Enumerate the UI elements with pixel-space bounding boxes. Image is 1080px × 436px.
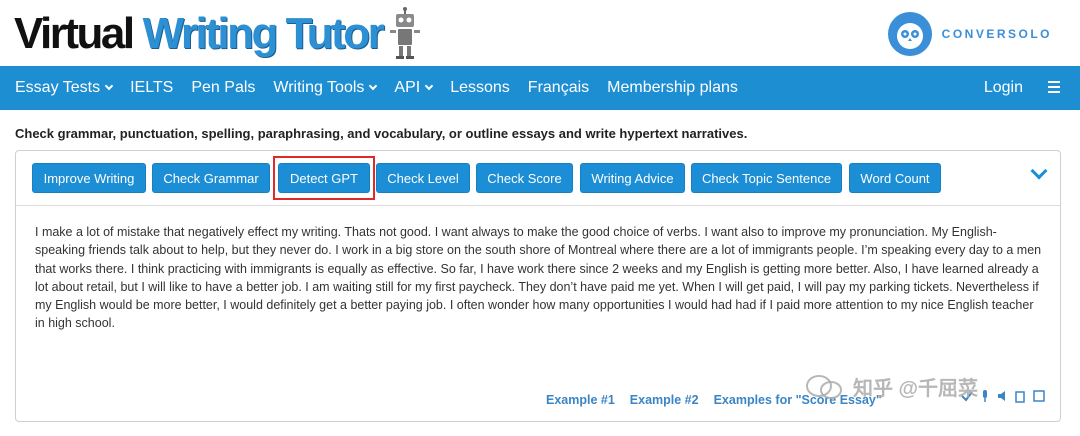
writing-advice-button[interactable]: Writing Advice: [580, 163, 685, 193]
nav-item-label: Français: [527, 79, 590, 96]
detect-gpt-button[interactable]: Detect GPT: [278, 163, 370, 193]
nav-item-francais[interactable]: Français: [519, 66, 598, 110]
word-count-button[interactable]: Word Count: [849, 163, 941, 193]
check-score-button[interactable]: Check Score: [476, 163, 573, 193]
logo-word-writing-tutor: Writing Tutor: [142, 9, 385, 58]
nav-item-api[interactable]: API: [385, 66, 441, 110]
chevron-down-icon: [104, 81, 114, 91]
fullscreen-icon[interactable]: [1033, 389, 1045, 403]
nav-item-label: API: [394, 79, 421, 96]
copy-icon[interactable]: [1015, 389, 1027, 403]
example-2-link[interactable]: Example #2: [630, 393, 699, 407]
speaker-icon[interactable]: [997, 389, 1009, 403]
nav-item-membership-plans[interactable]: Membership plans: [598, 66, 747, 110]
nav-item-lessons[interactable]: Lessons: [441, 66, 519, 110]
microphone-icon[interactable]: [979, 389, 991, 403]
nav-item-label: Membership plans: [607, 79, 738, 96]
improve-writing-button[interactable]: Improve Writing: [32, 163, 146, 193]
main-nav: Essay Tests IELTS Pen Pals Writing Tools…: [0, 66, 1080, 110]
nav-item-ielts[interactable]: IELTS: [121, 66, 182, 110]
conversolo-owl-icon: [887, 12, 932, 56]
watermark-text: 知乎 @千屈菜: [853, 378, 979, 400]
nav-item-essay-tests[interactable]: Essay Tests: [0, 66, 121, 110]
site-logo[interactable]: Virtual Writing Tutor: [14, 6, 422, 62]
tool-toolbar: Improve Writing Check Grammar Detect GPT…: [16, 151, 1060, 206]
robot-mascot-icon: [390, 7, 421, 59]
check-topic-sentence-button[interactable]: Check Topic Sentence: [691, 163, 842, 193]
chevron-down-icon: [424, 81, 434, 91]
page-tagline: Check grammar, punctuation, spelling, pa…: [15, 126, 748, 141]
check-grammar-button[interactable]: Check Grammar: [152, 163, 270, 193]
hamburger-icon[interactable]: [1048, 81, 1060, 93]
chevron-down-icon[interactable]: [1030, 162, 1048, 180]
nav-item-label: Writing Tools: [273, 79, 365, 96]
site-header: Virtual Writing Tutor CONVERSOLO: [0, 0, 1080, 64]
login-link[interactable]: Login: [984, 66, 1023, 110]
nav-item-label: Pen Pals: [191, 79, 256, 96]
nav-item-label: Essay Tests: [15, 79, 101, 96]
nav-item-label: Lessons: [450, 79, 510, 96]
wechat-icon: [806, 374, 842, 399]
logo-word-virtual: Virtual: [14, 9, 135, 58]
conversolo-logo[interactable]: CONVERSOLO: [887, 12, 1052, 56]
check-level-button[interactable]: Check Level: [376, 163, 470, 193]
example-1-link[interactable]: Example #1: [546, 393, 615, 407]
nav-item-pen-pals[interactable]: Pen Pals: [182, 66, 264, 110]
nav-item-label: IELTS: [130, 79, 174, 96]
watermark: 知乎 @千屈菜: [805, 372, 978, 401]
chevron-down-icon: [369, 81, 378, 91]
essay-text-area[interactable]: I make a lot of mistake that negatively …: [35, 223, 1045, 333]
nav-item-writing-tools[interactable]: Writing Tools: [264, 66, 385, 110]
conversolo-name: CONVERSOLO: [941, 27, 1052, 41]
